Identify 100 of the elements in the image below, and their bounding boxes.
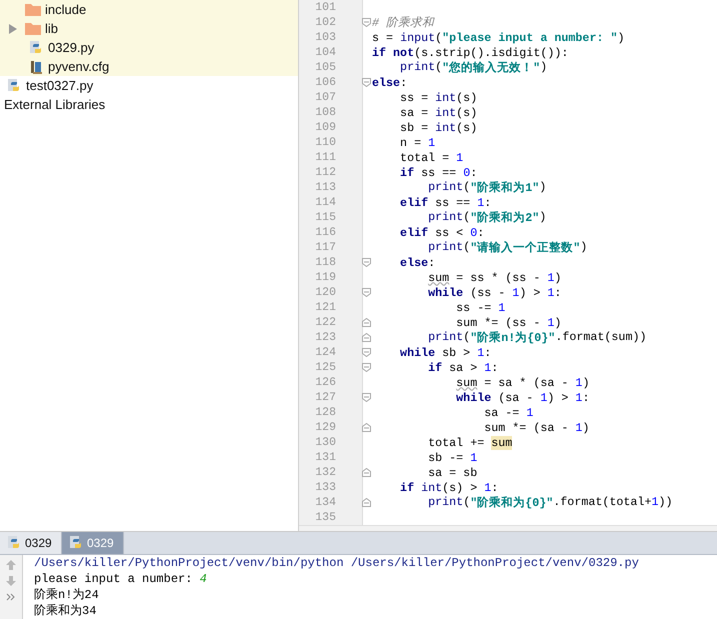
- code-line: sa = int(s): [399, 106, 478, 120]
- fold-marker-icon[interactable]: [362, 393, 371, 402]
- folder-icon: [25, 22, 41, 35]
- code-line: sa -= 1: [483, 406, 534, 420]
- tree-item[interactable]: test0327.py: [26, 78, 94, 93]
- line-number: 129: [314, 421, 336, 434]
- line-number: 113: [314, 181, 336, 194]
- line-number: 127: [314, 391, 336, 404]
- code-line: if sa > 1:: [427, 360, 498, 374]
- tree-item[interactable]: pyvenv.cfg: [48, 59, 110, 74]
- fold-marker-icon[interactable]: [362, 78, 371, 87]
- line-number: 107: [314, 91, 336, 104]
- line-number: 133: [314, 481, 336, 494]
- line-number: 108: [314, 106, 336, 119]
- code-line: while sb > 1:: [399, 346, 492, 360]
- code-line: elif ss < 0:: [399, 226, 484, 240]
- code-line: while (sa - 1) > 1:: [455, 390, 590, 404]
- line-number: 106: [314, 76, 336, 89]
- line-number: 109: [314, 121, 336, 134]
- code-line: ss -= 1: [455, 300, 506, 314]
- code-line: else:: [371, 76, 408, 90]
- line-number: 124: [314, 346, 336, 359]
- line-number: 126: [314, 376, 336, 389]
- line-number: 105: [314, 61, 336, 74]
- code-line: print("阶乘n!为{0}".format(sum)): [427, 330, 646, 345]
- code-line: sum = ss * (ss - 1): [427, 270, 562, 284]
- line-number: 125: [314, 361, 336, 374]
- console-line: /Users/killer/PythonProject/venv/bin/python /Users/killer/PythonProject/venv/0329.py: [34, 555, 639, 571]
- line-number: 117: [314, 241, 336, 254]
- tree-item[interactable]: 0329.py: [48, 40, 94, 55]
- fold-marker-icon[interactable]: [362, 423, 371, 432]
- line-number: 120: [314, 286, 336, 299]
- line-number: 119: [314, 271, 336, 284]
- line-number: 131: [314, 451, 336, 464]
- line-number: 101: [314, 1, 336, 14]
- tree-item[interactable]: lib: [45, 21, 58, 36]
- code-line: if int(s) > 1:: [399, 480, 498, 494]
- code-line: # 阶乘求和: [371, 15, 434, 30]
- config-file-icon: [28, 58, 44, 74]
- line-number: 111: [314, 151, 336, 164]
- code-line: sb -= 1: [427, 450, 478, 464]
- line-number: 112: [314, 166, 336, 179]
- line-number: 104: [314, 46, 336, 59]
- console-line: 阶乘和为34: [34, 603, 98, 619]
- line-number: 122: [314, 316, 336, 329]
- line-number: 132: [314, 466, 336, 479]
- code-line: else:: [399, 256, 436, 270]
- code-line: total = 1: [399, 150, 464, 164]
- code-line: print("阶乘和为1"): [427, 180, 546, 195]
- line-number: 103: [314, 31, 336, 44]
- code-line: sa = sb: [427, 466, 478, 480]
- line-number: 121: [314, 301, 336, 314]
- more-icon[interactable]: [5, 591, 17, 603]
- fold-marker-icon[interactable]: [362, 498, 371, 507]
- code-line: sb = int(s): [399, 120, 478, 134]
- fold-marker-icon[interactable]: [362, 348, 371, 357]
- console-line: 阶乘n!为24: [34, 587, 100, 603]
- code-line: if ss == 0:: [399, 166, 478, 180]
- code-line: sum *= (sa - 1): [483, 420, 590, 434]
- code-line: sum *= (ss - 1): [455, 316, 562, 330]
- tree-item[interactable]: External Libraries: [4, 97, 106, 112]
- code-line: print("您的输入无效！"): [399, 60, 548, 75]
- code-line: print("请输入一个正整数"): [427, 240, 588, 255]
- code-line: ss = int(s): [399, 90, 478, 104]
- python-file-icon: [28, 40, 44, 56]
- code-line: if not(s.strip().isdigit()):: [371, 46, 568, 60]
- code-line: print("阶乘和为2"): [427, 210, 546, 225]
- code-line: n = 1: [399, 136, 436, 150]
- code-line: elif ss == 1:: [399, 196, 492, 210]
- line-number: 123: [314, 331, 336, 344]
- fold-marker-icon[interactable]: [362, 468, 371, 477]
- line-number: 128: [314, 406, 336, 419]
- folder-icon: [25, 3, 41, 16]
- line-number: 110: [314, 136, 336, 149]
- fold-marker-icon[interactable]: [362, 258, 371, 267]
- fold-marker-icon[interactable]: [362, 333, 371, 342]
- fold-marker-icon[interactable]: [362, 288, 371, 297]
- fold-marker-icon[interactable]: [362, 363, 371, 372]
- code-line: while (ss - 1) > 1:: [427, 286, 562, 300]
- code-line: total += sum: [427, 436, 512, 450]
- down-arrow-icon[interactable]: [5, 575, 17, 587]
- code-line: sum = sa * (sa - 1): [455, 376, 590, 390]
- line-number: 118: [314, 256, 336, 269]
- line-number: 114: [314, 196, 336, 209]
- fold-marker-icon[interactable]: [362, 318, 371, 327]
- line-number: 116: [314, 226, 336, 239]
- python-file-icon: [6, 78, 22, 94]
- line-number: 115: [314, 211, 336, 224]
- tree-item[interactable]: include: [45, 2, 86, 17]
- up-arrow-icon[interactable]: [5, 559, 17, 571]
- run-tab[interactable]: 0329: [0, 532, 62, 554]
- line-number: 134: [314, 496, 336, 509]
- line-number: 130: [314, 436, 336, 449]
- code-line: print("阶乘和为{0}".format(total+1)): [427, 495, 673, 510]
- line-number: 102: [314, 16, 336, 29]
- code-line: s = input("please input a number: "): [371, 30, 625, 44]
- console-line: please input a number: 4: [34, 571, 208, 587]
- collapsed-arrow-icon[interactable]: [8, 24, 17, 34]
- line-number: 135: [314, 511, 336, 524]
- fold-marker-icon[interactable]: [362, 18, 371, 27]
